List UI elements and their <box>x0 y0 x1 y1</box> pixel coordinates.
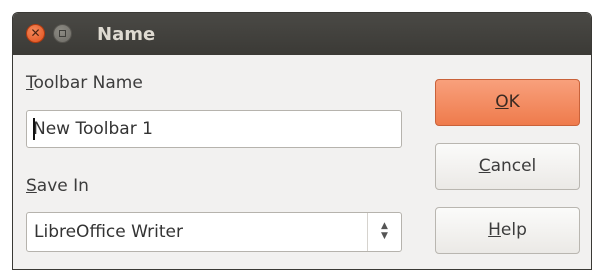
spin-arrows-icon[interactable]: ▲ ▼ <box>367 213 401 251</box>
ok-button[interactable]: OK <box>435 79 580 126</box>
toolbar-name-field[interactable] <box>26 110 402 148</box>
minimize-icon[interactable] <box>53 24 72 43</box>
cancel-button[interactable]: Cancel <box>435 143 580 190</box>
save-in-select[interactable]: LibreOffice Writer ▲ ▼ <box>26 212 402 252</box>
title-bar[interactable]: ✕ Name <box>13 13 591 55</box>
text-caret <box>33 118 35 140</box>
save-in-label: Save In <box>26 176 89 196</box>
save-in-selected-value: LibreOffice Writer <box>34 222 183 242</box>
help-button[interactable]: Help <box>435 207 580 254</box>
window-title: Name <box>97 24 156 45</box>
dialog-window: ✕ Name Toolbar Name Save In LibreOffice … <box>12 12 592 270</box>
toolbar-name-label: Toolbar Name <box>26 73 143 93</box>
toolbar-name-input[interactable] <box>27 111 401 147</box>
close-icon[interactable]: ✕ <box>26 24 45 43</box>
